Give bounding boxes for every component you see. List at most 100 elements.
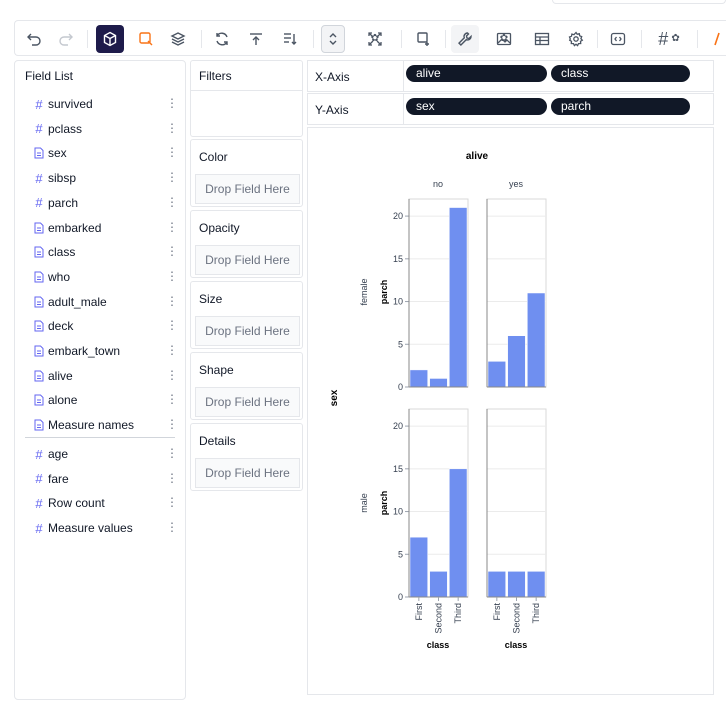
field-item-sex[interactable]: sex ⋮ xyxy=(33,143,183,163)
wrench-icon[interactable] xyxy=(451,25,479,53)
y-tick-label: 15 xyxy=(393,254,403,264)
document-icon xyxy=(33,394,45,406)
field-label: Measure names xyxy=(48,418,135,433)
field-item-deck[interactable]: deck ⋮ xyxy=(33,316,183,336)
redo-icon[interactable] xyxy=(53,25,79,53)
y-tick-label: 5 xyxy=(398,339,403,349)
document-icon xyxy=(33,296,45,308)
filters-drop-area[interactable] xyxy=(191,91,302,136)
field-label: parch xyxy=(48,195,79,210)
x-tick-label-second: Second xyxy=(512,603,522,634)
hash-icon: # xyxy=(35,170,43,186)
more-options-icon[interactable]: ⋮ xyxy=(166,122,178,134)
y-axis-pill-parch[interactable]: parch xyxy=(551,98,690,115)
more-options-icon[interactable]: ⋮ xyxy=(166,496,178,508)
document-icon xyxy=(33,147,45,159)
image-icon[interactable]: ✿ xyxy=(487,25,521,53)
more-options-icon[interactable]: ⋮ xyxy=(166,418,178,430)
field-item-alone[interactable]: alone ⋮ xyxy=(33,390,183,410)
field-item-survived[interactable]: # survived ⋮ xyxy=(33,94,183,114)
sort-ascending-icon[interactable] xyxy=(243,25,269,53)
x-axis-pill-alive[interactable]: alive xyxy=(406,65,547,82)
field-item-embark-town[interactable]: embark_town ⋮ xyxy=(33,341,183,361)
field-item-parch[interactable]: # parch ⋮ xyxy=(33,193,183,213)
color-drop-zone[interactable]: Drop Field Here xyxy=(195,174,300,204)
bar-female-no-third xyxy=(449,207,468,388)
refresh-icon[interactable] xyxy=(209,25,235,53)
table-icon[interactable] xyxy=(529,25,555,53)
y-axis-shelf: Y-Axis sex parch xyxy=(307,93,714,125)
opacity-drop-zone[interactable]: Drop Field Here xyxy=(195,245,300,275)
size-drop-zone[interactable]: Drop Field Here xyxy=(195,316,300,346)
field-item-who[interactable]: who ⋮ xyxy=(33,267,183,287)
more-options-icon[interactable]: ⋮ xyxy=(166,97,178,109)
field-label: age xyxy=(48,447,69,461)
more-options-icon[interactable]: ⋮ xyxy=(166,369,178,381)
field-item-pclass[interactable]: # pclass ⋮ xyxy=(33,119,183,139)
field-item-class[interactable]: class ⋮ xyxy=(33,242,183,262)
field-item-measure-values[interactable]: # Measure values ⋮ xyxy=(33,518,183,538)
brush-icon[interactable] xyxy=(133,25,159,53)
y-tick-label: 10 xyxy=(393,507,403,517)
more-options-icon[interactable]: ⋮ xyxy=(166,472,178,484)
field-item-alive[interactable]: alive ⋮ xyxy=(33,366,183,386)
hash-icon: # xyxy=(35,446,43,462)
more-options-icon[interactable]: ⋮ xyxy=(166,319,178,331)
x-axis-label: X-Axis xyxy=(315,70,350,84)
more-options-icon[interactable]: ⋮ xyxy=(166,245,178,257)
opacity-label: Opacity xyxy=(199,221,240,235)
x-tick-label-second: Second xyxy=(434,603,444,634)
y-axis-title-male: parch xyxy=(379,491,389,516)
code-icon[interactable] xyxy=(605,25,631,53)
bar-female-yes-first xyxy=(487,361,506,388)
more-options-icon[interactable]: ⋮ xyxy=(166,146,178,158)
x-tick-label-first: First xyxy=(492,603,502,621)
field-label: class xyxy=(48,245,76,260)
undo-icon[interactable] xyxy=(21,25,47,53)
more-options-icon[interactable]: ⋮ xyxy=(166,171,178,183)
field-list-divider xyxy=(25,437,175,438)
more-options-icon[interactable]: ⋮ xyxy=(166,521,178,533)
panel-frame-male-yes xyxy=(486,408,547,598)
more-options-icon[interactable]: ⋮ xyxy=(166,196,178,208)
field-label: sibsp xyxy=(48,171,77,186)
more-options-icon[interactable]: ⋮ xyxy=(166,447,178,459)
scale-icon[interactable] xyxy=(321,25,345,53)
settings-icon[interactable] xyxy=(563,25,589,53)
column-header-yes: yes xyxy=(509,179,524,189)
field-item-sibsp[interactable]: # sibsp ⋮ xyxy=(33,168,183,188)
layers-icon[interactable] xyxy=(165,25,191,53)
more-options-icon[interactable]: ⋮ xyxy=(166,221,178,233)
expand-icon[interactable]: ✿ xyxy=(357,25,393,53)
y-tick-label: 20 xyxy=(393,421,403,431)
y-axis-pill-sex[interactable]: sex xyxy=(406,98,547,115)
y-axis-label: Y-Axis xyxy=(315,103,349,117)
size-label: Size xyxy=(199,292,223,306)
cube-icon[interactable] xyxy=(96,25,124,53)
details-drop-zone[interactable]: Drop Field Here xyxy=(195,458,300,488)
toolbar-divider xyxy=(641,30,642,48)
more-options-icon[interactable]: ⋮ xyxy=(166,270,178,282)
brush-tool-icon[interactable] xyxy=(411,25,437,53)
field-item-fare[interactable]: # fare ⋮ xyxy=(33,469,183,489)
brush-icon[interactable] xyxy=(705,25,725,53)
sort-descending-icon[interactable] xyxy=(277,25,303,53)
toolbar-divider xyxy=(445,30,446,48)
y-tick-label: 0 xyxy=(398,382,403,392)
row-header-male: male xyxy=(359,493,369,513)
filters-panel: Filters xyxy=(190,60,303,137)
field-label: Measure values xyxy=(48,521,133,536)
toolbar-divider xyxy=(697,30,698,48)
more-options-icon[interactable]: ⋮ xyxy=(166,295,178,307)
x-axis-pill-class[interactable]: class xyxy=(551,65,690,82)
field-item-age[interactable]: # age ⋮ xyxy=(33,444,183,464)
more-options-icon[interactable]: ⋮ xyxy=(166,393,178,405)
shape-channel: Shape Drop Field Here xyxy=(190,352,303,420)
field-item-adult-male[interactable]: adult_male ⋮ xyxy=(33,292,183,312)
more-options-icon[interactable]: ⋮ xyxy=(166,344,178,356)
hash-icon[interactable]: # ✿ xyxy=(649,25,689,53)
field-item-row-count[interactable]: # Row count ⋮ xyxy=(33,493,183,513)
field-item-embarked[interactable]: embarked ⋮ xyxy=(33,218,183,238)
field-item-measure-names[interactable]: Measure names ⋮ xyxy=(33,415,183,435)
shape-drop-zone[interactable]: Drop Field Here xyxy=(195,387,300,417)
